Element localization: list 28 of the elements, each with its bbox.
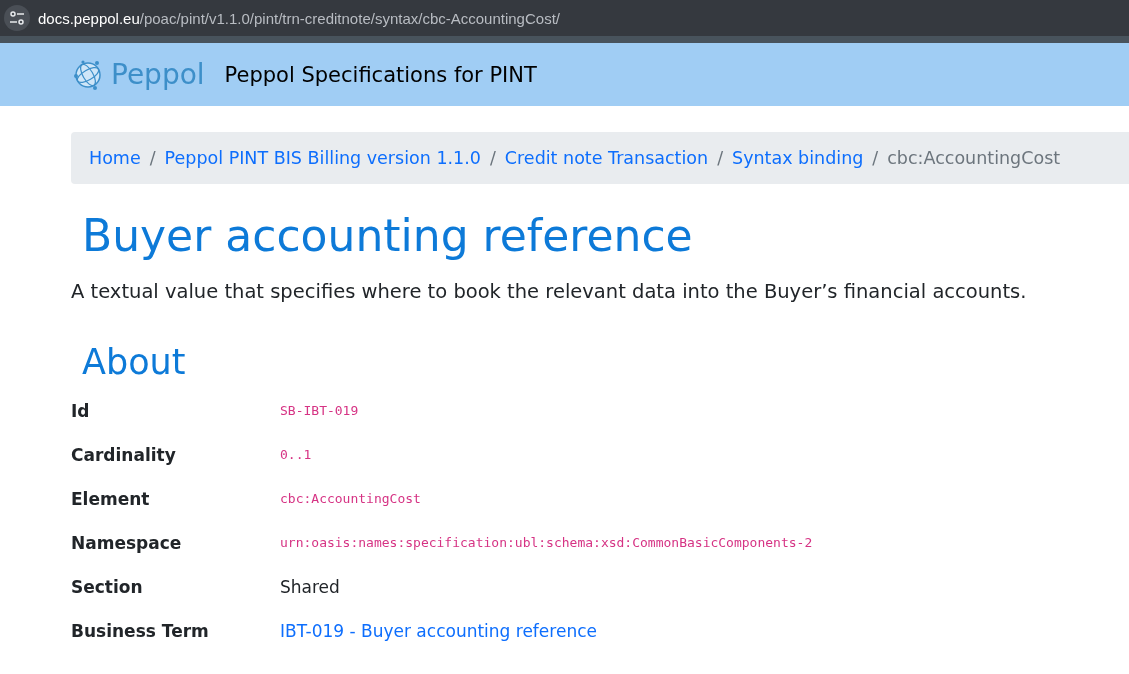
breadcrumb-separator: / (489, 148, 496, 168)
breadcrumb-separator: / (149, 148, 156, 168)
breadcrumb-separator: / (872, 148, 879, 168)
breadcrumb-link[interactable]: Syntax binding (732, 148, 864, 168)
property-value: cbc:AccountingCost (280, 490, 421, 508)
property-label: Element (71, 488, 150, 511)
property-label: Cardinality (71, 444, 176, 467)
page-title: Buyer accounting reference (82, 209, 694, 263)
breadcrumb-link[interactable]: Credit note Transaction (504, 148, 709, 168)
property-label: Id (71, 400, 90, 423)
property-value: SB-IBT-019 (280, 402, 359, 420)
breadcrumb-current: cbc:AccountingCost (887, 148, 1061, 168)
description-text: A textual value that specifies where to book the relevant data into the Buyer’s financial accounts. (71, 279, 1028, 305)
property-link[interactable]: IBT-019 - Buyer accounting reference (280, 618, 597, 644)
site-title[interactable]: Peppol Specifications for PINT (224, 62, 537, 87)
property-value: urn:oasis:names:specification:ubl:schema:xsd:CommonBasicComponents-2 (280, 534, 813, 552)
breadcrumb-link[interactable]: Peppol PINT BIS Billing version 1.1.0 (164, 148, 481, 168)
url-text[interactable]: docs.peppol.eu/poac/pint/v1.1.0/pint/trn-creditnote/syntax/cbc-AccountingCost/ (38, 9, 560, 27)
property-label: Section (71, 576, 143, 599)
breadcrumb-link[interactable]: Home (89, 148, 141, 168)
property-value: 0..1 (280, 446, 312, 464)
property-label: Namespace (71, 532, 182, 555)
breadcrumb-separator: / (717, 148, 724, 168)
logo-text[interactable]: Peppol (111, 58, 205, 91)
site-info-icon[interactable] (4, 5, 30, 31)
property-value: Shared (280, 576, 340, 599)
section-heading: About (82, 341, 187, 384)
property-label: Business Term (71, 620, 209, 643)
